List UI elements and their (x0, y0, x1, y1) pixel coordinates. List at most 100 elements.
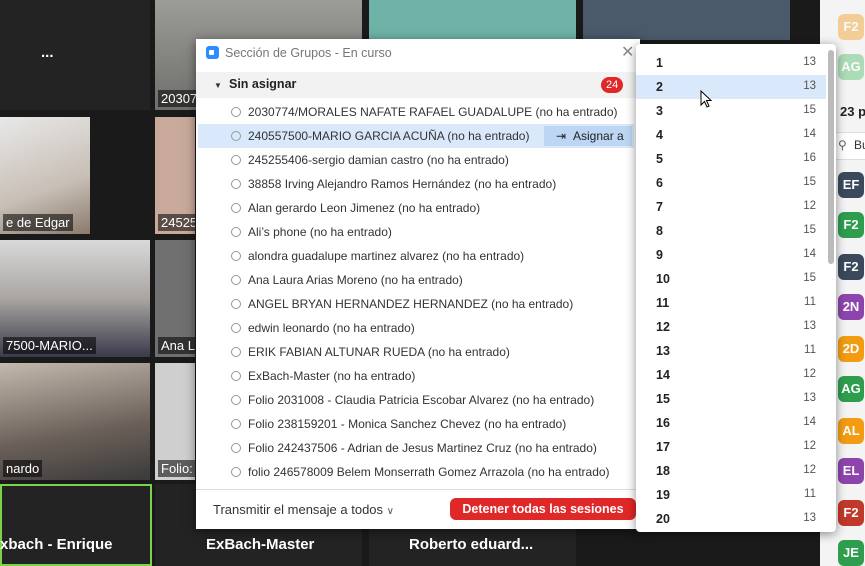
room-option[interactable]: 1 13 (636, 51, 826, 75)
room-number: 20 (656, 512, 670, 526)
room-option[interactable]: 13 11 (636, 339, 826, 363)
participant-row[interactable]: Ali’s phone (no ha entrado) (198, 220, 634, 244)
participant-row[interactable]: Folio 2031008 - Claudia Patricia Escobar… (198, 388, 634, 412)
room-option[interactable]: 18 12 (636, 459, 826, 483)
room-member-count: 12 (803, 200, 816, 212)
broadcast-message-button[interactable]: Transmitir el mensaje a todos ∨ (213, 502, 394, 517)
room-member-count: 12 (803, 368, 816, 380)
participant-name-label: xbach - Enrique (0, 536, 113, 553)
room-number: 2 (656, 80, 663, 94)
room-option[interactable]: 15 13 (636, 387, 826, 411)
participant-row[interactable]: Folio 238159201 - Monica Sanchez Chevez … (198, 412, 634, 436)
unassigned-count-badge: 24 (601, 77, 624, 93)
room-member-count: 11 (804, 488, 816, 500)
room-number: 13 (656, 344, 670, 358)
group-header-unassigned[interactable]: ▼ Sin asignar 24 (196, 72, 640, 98)
room-option[interactable]: 12 13 (636, 315, 826, 339)
participant-row[interactable]: Alan gerardo Leon Jimenez (no ha entrado… (198, 196, 634, 220)
participant-name: 240557500-MARIO GARCIA ACUÑA (no ha entr… (248, 129, 530, 143)
room-option[interactable]: 17 12 (636, 435, 826, 459)
room-option[interactable]: 6 15 (636, 171, 826, 195)
room-member-count: 15 (803, 224, 816, 236)
room-option[interactable]: 8 15 (636, 219, 826, 243)
video-tile[interactable]: 24525 (155, 117, 195, 234)
assign-label: Asignar a (573, 129, 624, 143)
search-icon: ⚲ (838, 138, 847, 152)
room-member-count: 15 (803, 176, 816, 188)
room-option[interactable]: 7 12 (636, 195, 826, 219)
assign-to-button[interactable]: ⇥ Asignar a (544, 126, 632, 146)
participant-row[interactable]: ExBach-Master (no ha entrado) (198, 364, 634, 388)
room-number: 17 (656, 440, 670, 454)
video-tile[interactable]: ... (0, 0, 150, 110)
participant-list: 2030774/MORALES NAFATE RAFAEL GUADALUPE … (196, 100, 640, 484)
participant-row[interactable]: edwin leonardo (no ha entrado) (198, 316, 634, 340)
participant-avatar: 2N (838, 294, 864, 320)
status-circle-icon (231, 179, 241, 189)
menu-scrollbar[interactable] (828, 50, 834, 264)
collapse-triangle-icon[interactable]: ▼ (214, 81, 222, 90)
participant-row[interactable]: 240557500-MARIO GARCIA ACUÑA (no ha entr… (198, 124, 634, 148)
search-field[interactable]: ⚲ Bu (834, 132, 865, 160)
participant-row[interactable]: 245255406-sergio damian castro (no ha en… (198, 148, 634, 172)
status-circle-icon (231, 371, 241, 381)
room-member-count: 12 (803, 440, 816, 452)
status-circle-icon (231, 419, 241, 429)
room-option[interactable]: 16 14 (636, 411, 826, 435)
video-tile[interactable]: e de Edgar (0, 117, 90, 234)
video-tile[interactable] (369, 0, 576, 40)
video-tile[interactable]: nardo (0, 363, 150, 480)
room-number: 1 (656, 56, 663, 70)
room-option[interactable]: 3 15 (636, 99, 826, 123)
room-option[interactable]: 10 15 (636, 267, 826, 291)
video-tile[interactable]: 7500-MARIO... (0, 240, 150, 357)
chevron-down-icon: ∨ (386, 506, 394, 517)
room-option[interactable]: 2 13 (636, 75, 826, 99)
room-option[interactable]: 19 11 (636, 483, 826, 507)
stop-all-sessions-button[interactable]: Detener todas las sesiones (450, 498, 636, 520)
status-circle-icon (231, 107, 241, 117)
room-member-count: 13 (803, 512, 816, 524)
participant-row[interactable]: 38858 Irving Alejandro Ramos Hernández (… (198, 172, 634, 196)
status-circle-icon (231, 347, 241, 357)
broadcast-label: Transmitir el mensaje a todos (213, 502, 384, 517)
room-option[interactable]: 11 11 (636, 291, 826, 315)
room-option[interactable]: 4 14 (636, 123, 826, 147)
video-tile[interactable] (583, 0, 790, 40)
participant-name: 245255406-sergio damian castro (no ha en… (248, 153, 509, 167)
room-option[interactable]: 9 14 (636, 243, 826, 267)
participant-name-label: ExBach-Master (206, 536, 315, 553)
participant-name: ExBach-Master (no ha entrado) (248, 369, 416, 383)
room-number: 7 (656, 200, 663, 214)
room-option[interactable]: 14 12 (636, 363, 826, 387)
room-member-count: 16 (803, 152, 816, 164)
room-option[interactable]: 5 16 (636, 147, 826, 171)
participant-avatar: F2 (838, 212, 864, 238)
participant-row[interactable]: ANGEL BRYAN HERNANDEZ HERNANDEZ (no ha e… (198, 292, 634, 316)
room-option[interactable]: 20 13 (636, 507, 826, 531)
participant-avatar: EL (838, 458, 864, 484)
participant-name: ERIK FABIAN ALTUNAR RUEDA (no ha entrado… (248, 345, 510, 359)
room-member-count: 15 (803, 104, 816, 116)
participant-avatar: JE (838, 540, 864, 566)
participant-row[interactable]: Folio 242437506 - Adrian de Jesus Martin… (198, 436, 634, 460)
participant-row[interactable]: ERIK FABIAN ALTUNAR RUEDA (no ha entrado… (198, 340, 634, 364)
assign-arrow-icon: ⇥ (556, 129, 567, 143)
video-tile-active[interactable] (0, 484, 152, 566)
participant-row[interactable]: Ana Laura Arias Moreno (no ha entrado) (198, 268, 634, 292)
participant-name: Folio 238159201 - Monica Sanchez Chevez … (248, 417, 567, 431)
participant-name: Folio 242437506 - Adrian de Jesus Martin… (248, 441, 597, 455)
participant-avatar: AL (838, 418, 864, 444)
search-placeholder: Bu (854, 138, 865, 152)
tile-name: nardo (3, 460, 43, 477)
close-icon[interactable]: ✕ (621, 39, 634, 67)
participant-row[interactable]: 2030774/MORALES NAFATE RAFAEL GUADALUPE … (198, 100, 634, 124)
assign-room-menu: 1 13 2 13 3 15 4 14 5 16 6 15 7 12 8 15 9 14 10 15 11 11 12 13 1… (636, 44, 836, 532)
video-tile[interactable]: Folio: 2 (155, 363, 195, 480)
room-number: 6 (656, 176, 663, 190)
participant-name: Ali’s phone (no ha entrado) (248, 225, 392, 239)
participant-row[interactable]: folio 246578009 Belem Monserrath Gomez A… (198, 460, 634, 484)
video-tile[interactable]: Ana La (155, 240, 195, 357)
room-member-count: 13 (803, 56, 816, 68)
participant-row[interactable]: alondra guadalupe martinez alvarez (no h… (198, 244, 634, 268)
